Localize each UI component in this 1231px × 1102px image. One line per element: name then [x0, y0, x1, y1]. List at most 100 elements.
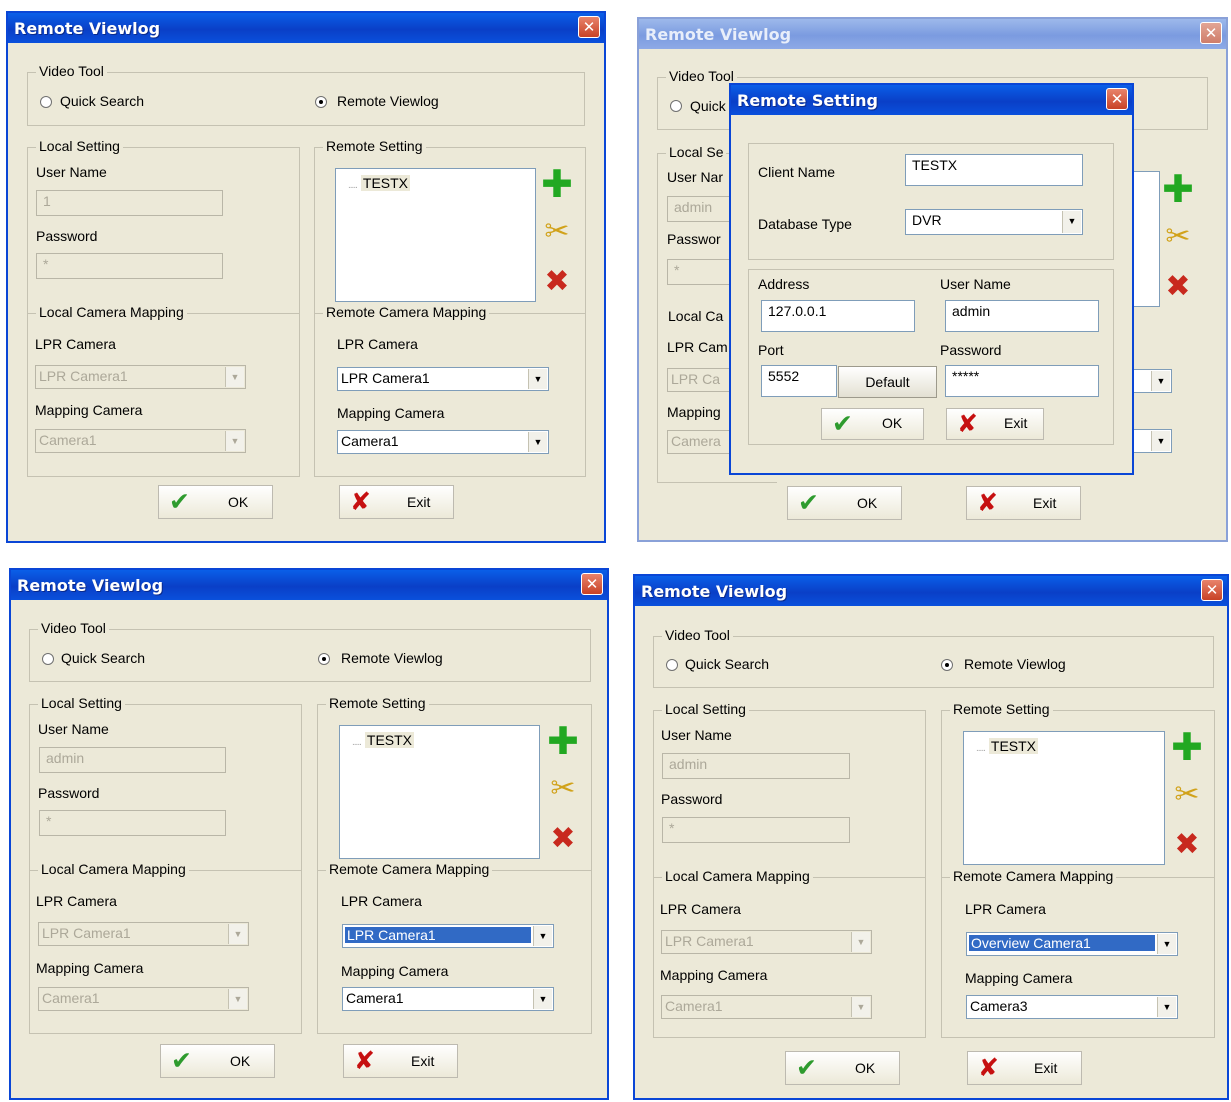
tree-item[interactable]: ..... TESTX [976, 738, 1039, 754]
delete-remote-button[interactable]: ✖ [1169, 827, 1205, 863]
remote-viewlog-radio[interactable] [315, 96, 327, 108]
remote-viewlog-radio[interactable] [941, 659, 953, 671]
ok-button[interactable]: ✔ OK [787, 486, 902, 520]
edit-remote-button[interactable]: ✂ [545, 771, 581, 807]
remote-client-tree[interactable]: ..... TESTX [963, 731, 1165, 865]
quick-search-radio[interactable] [40, 96, 52, 108]
local-camera-mapping-legend: Local Camera Mapping [662, 868, 813, 884]
port-field[interactable]: 5552 [761, 365, 837, 397]
quick-search-radio[interactable] [42, 653, 54, 665]
ok-button-label: OK [855, 1060, 876, 1076]
edit-remote-button[interactable]: ✂ [1169, 777, 1205, 813]
default-button[interactable]: Default [838, 366, 937, 398]
exit-button[interactable]: ✘ Exit [967, 1051, 1082, 1085]
local-mapping-camera-select[interactable]: Camera1 ▼ [35, 429, 246, 453]
chevron-down-icon[interactable]: ▼ [228, 989, 247, 1009]
remote-mapping-camera-select[interactable]: Camera3 ▼ [966, 995, 1178, 1019]
title-bar[interactable]: Remote Viewlog ✕ [11, 570, 607, 600]
edit-remote-button[interactable]: ✂ [1160, 219, 1196, 255]
tree-item[interactable]: ..... TESTX [352, 732, 415, 748]
quick-search-radio[interactable] [666, 659, 678, 671]
dialog-exit-button[interactable]: ✘ Exit [946, 408, 1044, 440]
database-type-select[interactable]: DVR ▼ [905, 209, 1083, 235]
remote-lpr-camera-select[interactable]: LPR Camera1 ▼ [337, 367, 549, 391]
tree-item[interactable]: ..... TESTX [348, 175, 411, 191]
chevron-down-icon[interactable]: ▼ [225, 367, 244, 387]
remote-mapping-camera-select[interactable]: Camera1 ▼ [342, 987, 554, 1011]
chevron-down-icon[interactable]: ▼ [1157, 934, 1176, 954]
remote-viewlog-label[interactable]: Remote Viewlog [337, 93, 439, 109]
close-icon[interactable]: ✕ [581, 573, 603, 595]
local-lpr-camera-select[interactable]: LPR Camera1 ▼ [661, 930, 872, 954]
check-icon: ✔ [171, 1046, 192, 1075]
ok-button[interactable]: ✔ OK [785, 1051, 900, 1085]
delete-remote-button[interactable]: ✖ [539, 264, 575, 300]
quick-search-label[interactable]: Quick Search [685, 656, 769, 672]
exit-button[interactable]: ✘ Exit [966, 486, 1081, 520]
exit-button[interactable]: ✘ Exit [343, 1044, 458, 1078]
user-name-field[interactable]: admin [662, 753, 850, 779]
close-icon[interactable]: ✕ [1200, 22, 1222, 44]
add-remote-button[interactable]: ✚ [1169, 728, 1205, 766]
title-bar[interactable]: Remote Viewlog ✕ [635, 576, 1227, 606]
remote-mapping-camera-select[interactable]: ▼ [1132, 429, 1172, 453]
chevron-down-icon[interactable]: ▼ [533, 989, 552, 1009]
local-lpr-camera-select[interactable]: LPR Camera1 ▼ [35, 365, 246, 389]
ok-button[interactable]: ✔ OK [158, 485, 273, 519]
chevron-down-icon[interactable]: ▼ [225, 431, 244, 451]
chevron-down-icon[interactable]: ▼ [533, 926, 552, 946]
edit-remote-button[interactable]: ✂ [539, 214, 575, 250]
add-remote-button[interactable]: ✚ [1160, 170, 1196, 208]
dialog-ok-button[interactable]: ✔ OK [821, 408, 924, 440]
chevron-down-icon[interactable]: ▼ [528, 369, 547, 389]
local-lpr-camera-select[interactable]: LPR Camera1 ▼ [38, 922, 249, 946]
remote-client-tree[interactable]: ..... TESTX [339, 725, 540, 859]
title-bar[interactable]: Remote Setting ✕ [731, 85, 1132, 115]
password-field[interactable]: * [662, 817, 850, 843]
close-icon[interactable]: ✕ [578, 16, 600, 38]
chevron-down-icon[interactable]: ▼ [1151, 431, 1170, 451]
client-name-field[interactable]: TESTX [905, 154, 1083, 186]
remote-lpr-camera-select[interactable]: LPR Camera1 ▼ [342, 924, 554, 948]
remote-client-tree[interactable] [1132, 171, 1160, 307]
address-field[interactable]: 127.0.0.1 [761, 300, 915, 332]
quick-search-label[interactable]: Quick [690, 98, 726, 114]
add-remote-button[interactable]: ✚ [539, 165, 575, 203]
address-label: Address [758, 276, 810, 292]
password-field[interactable]: ***** [945, 365, 1099, 397]
remote-lpr-camera-select[interactable]: ▼ [1132, 369, 1172, 393]
remote-viewlog-radio[interactable] [318, 653, 330, 665]
user-name-field[interactable]: admin [39, 747, 226, 773]
chevron-down-icon[interactable]: ▼ [851, 932, 870, 952]
ok-button[interactable]: ✔ OK [160, 1044, 275, 1078]
chevron-down-icon[interactable]: ▼ [1151, 371, 1170, 391]
local-mapping-camera-select[interactable]: Camera1 ▼ [38, 987, 249, 1011]
quick-search-label[interactable]: Quick Search [61, 650, 145, 666]
user-name-field[interactable]: 1 [36, 190, 223, 216]
add-remote-button[interactable]: ✚ [545, 722, 581, 760]
exit-button[interactable]: ✘ Exit [339, 485, 454, 519]
chevron-down-icon[interactable]: ▼ [228, 924, 247, 944]
quick-search-label[interactable]: Quick Search [60, 93, 144, 109]
exit-icon: ✘ [957, 409, 978, 438]
chevron-down-icon[interactable]: ▼ [1157, 997, 1176, 1017]
user-name-field[interactable]: admin [945, 300, 1099, 332]
title-bar[interactable]: Remote Viewlog ✕ [639, 19, 1226, 49]
close-icon[interactable]: ✕ [1106, 88, 1128, 110]
remote-viewlog-label[interactable]: Remote Viewlog [341, 650, 443, 666]
remote-lpr-camera-select[interactable]: Overview Camera1 ▼ [966, 932, 1178, 956]
password-field[interactable]: * [39, 810, 226, 836]
local-mapping-camera-select[interactable]: Camera1 ▼ [661, 995, 872, 1019]
chevron-down-icon[interactable]: ▼ [1062, 211, 1081, 233]
chevron-down-icon[interactable]: ▼ [851, 997, 870, 1017]
title-bar[interactable]: Remote Viewlog ✕ [8, 13, 604, 43]
remote-client-tree[interactable]: ..... TESTX [335, 168, 536, 302]
remote-mapping-camera-select[interactable]: Camera1 ▼ [337, 430, 549, 454]
delete-remote-button[interactable]: ✖ [545, 821, 581, 857]
quick-search-radio[interactable] [670, 100, 682, 112]
chevron-down-icon[interactable]: ▼ [528, 432, 547, 452]
password-field[interactable]: * [36, 253, 223, 279]
close-icon[interactable]: ✕ [1201, 579, 1223, 601]
remote-viewlog-label[interactable]: Remote Viewlog [964, 656, 1066, 672]
delete-remote-button[interactable]: ✖ [1160, 269, 1196, 305]
